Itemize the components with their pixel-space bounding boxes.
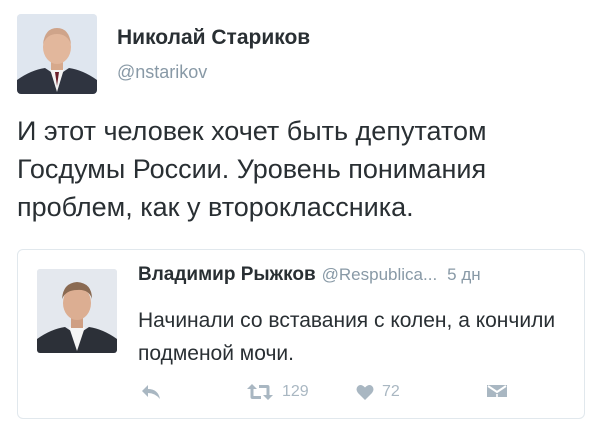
- quoted-author-name[interactable]: Владимир Рыжков: [138, 264, 316, 285]
- retweet-icon: [247, 384, 273, 400]
- author-avatar-image: [17, 14, 97, 94]
- quoted-tweet-time[interactable]: 5 дн: [447, 265, 481, 284]
- author-avatar[interactable]: [17, 14, 97, 94]
- heart-icon: [356, 384, 374, 400]
- quoted-tweet-header: Владимир Рыжков @Respublica... 5 дн: [138, 264, 481, 286]
- tweet-actions: 129 72: [138, 380, 558, 404]
- quoted-tweet-text: Начинали со вставания с колен, а кончили…: [138, 309, 556, 365]
- tweet-text: И этот человек хочет быть депутатом Госд…: [17, 116, 487, 222]
- direct-message-button[interactable]: [486, 380, 508, 404]
- retweet-count: 129: [282, 383, 309, 400]
- quoted-author-avatar[interactable]: [37, 269, 117, 353]
- quoted-author-avatar-image: [37, 269, 117, 353]
- like-count: 72: [382, 383, 400, 400]
- direct-message-icon: [487, 385, 507, 402]
- retweet-button[interactable]: 129: [246, 380, 309, 404]
- like-button[interactable]: 72: [356, 380, 400, 404]
- quoted-author-handle[interactable]: @Respublica...: [322, 265, 438, 284]
- author-handle[interactable]: @nstarikov: [117, 62, 207, 83]
- author-name[interactable]: Николай Стариков: [117, 26, 310, 50]
- reply-icon: [142, 385, 160, 399]
- quoted-tweet-card[interactable]: Владимир Рыжков @Respublica... 5 дн Начина…: [17, 249, 585, 419]
- reply-button[interactable]: [140, 380, 162, 404]
